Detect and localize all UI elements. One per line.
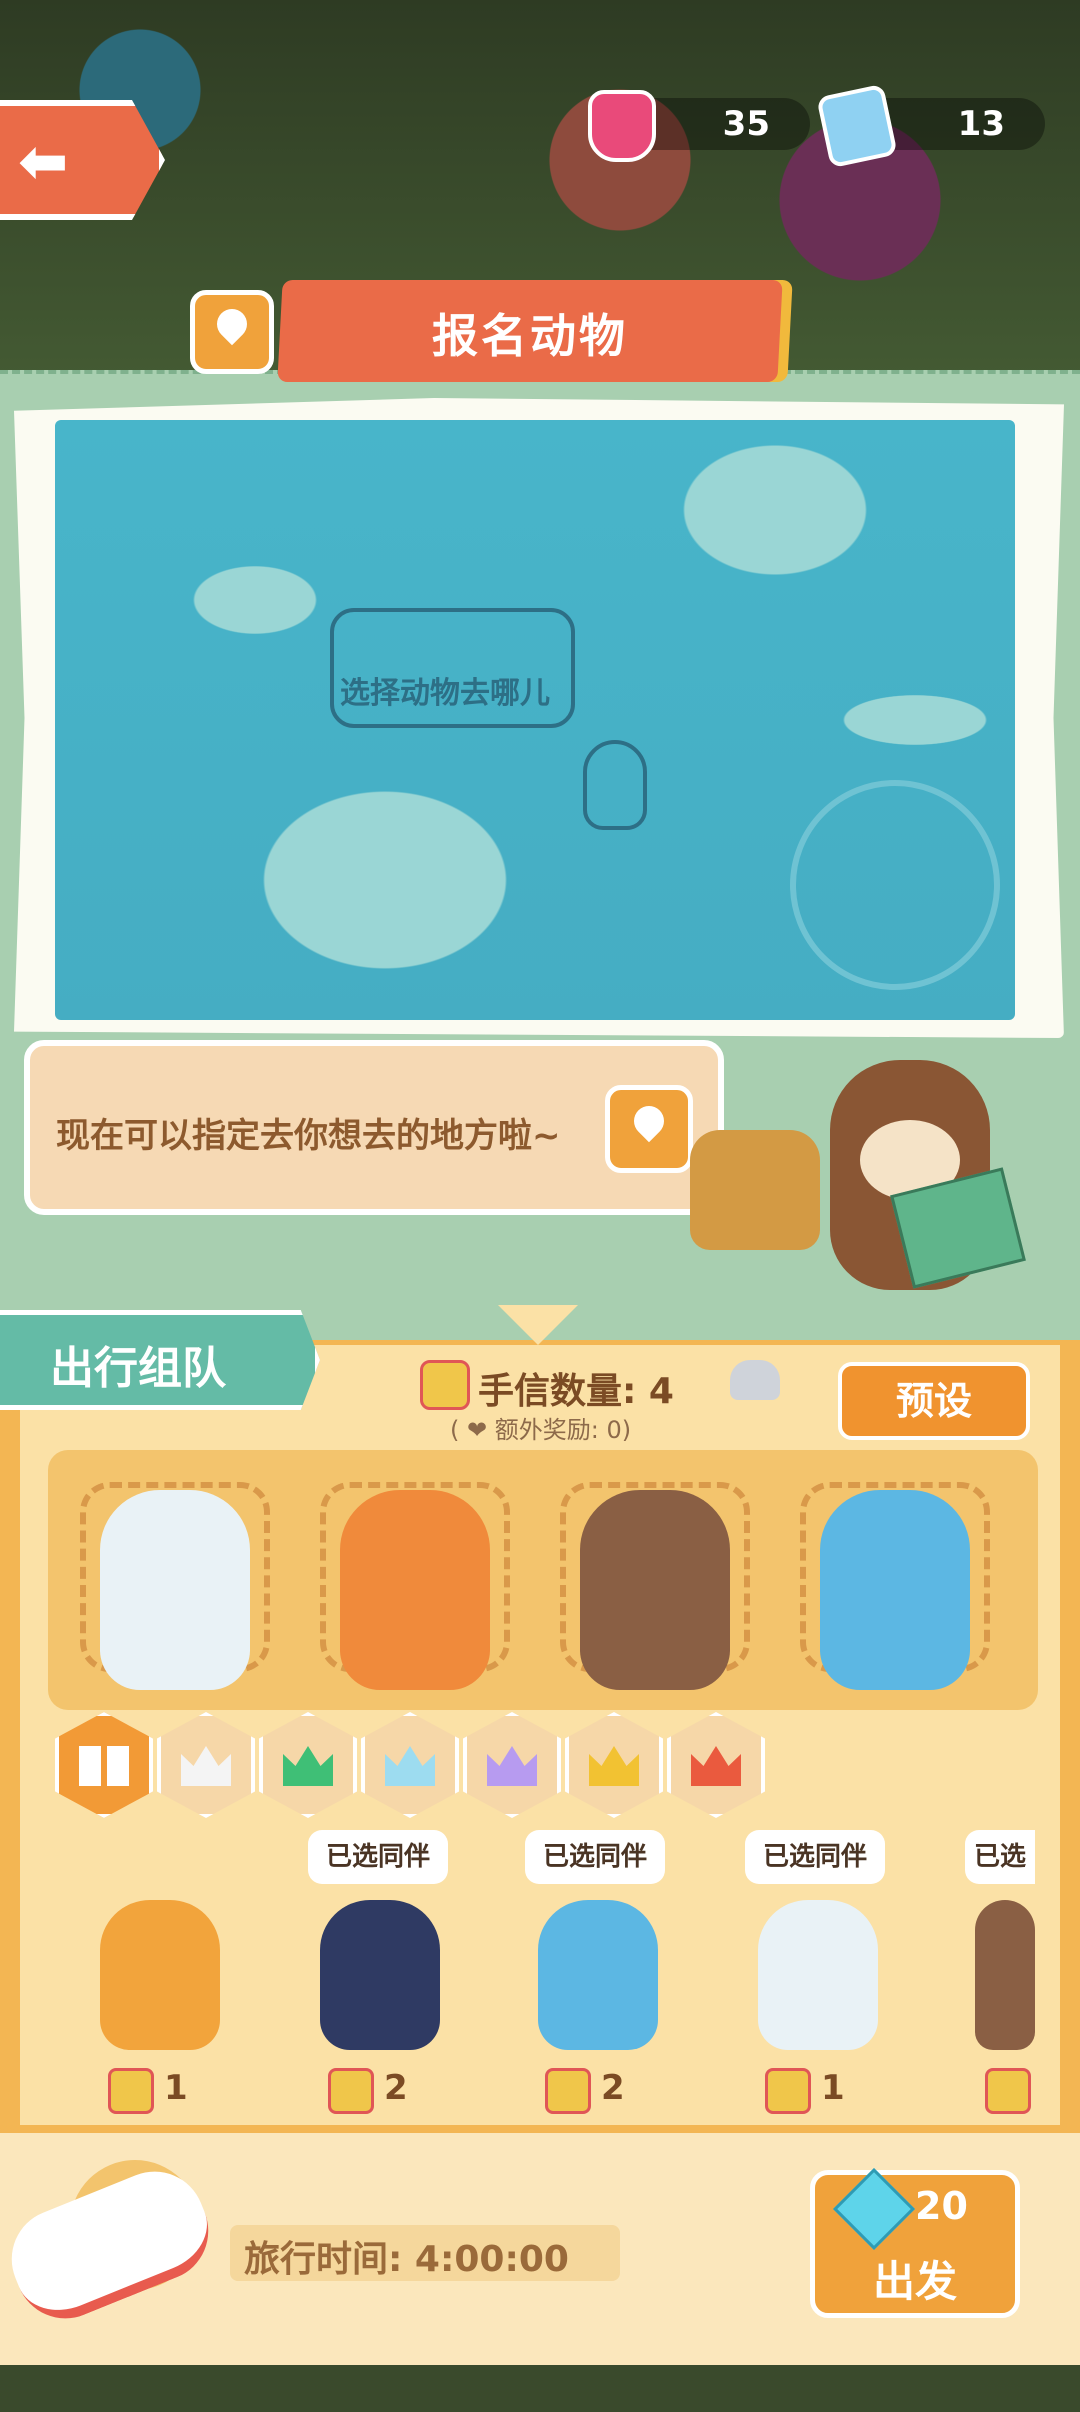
roster-cost: 1 xyxy=(164,2068,188,2108)
gift-icon xyxy=(985,2068,1031,2114)
travel-time: 旅行时间: 4:00:00 xyxy=(244,2239,569,2280)
ink-count: 35 xyxy=(722,104,770,144)
depart-label: 出发 xyxy=(872,2257,957,2306)
gift-icon xyxy=(420,1360,470,1410)
back-button[interactable]: ⬅ xyxy=(0,100,165,220)
crown-purple-icon xyxy=(487,1746,537,1786)
plane-ticket-icon xyxy=(816,83,898,169)
chick-marker-icon xyxy=(583,740,647,830)
roster-animal-bear[interactable] xyxy=(975,1900,1035,2050)
ticket-currency: 13 xyxy=(816,83,1045,169)
selected-badge: 已选同伴 xyxy=(745,1830,885,1884)
slot-animal-bear[interactable] xyxy=(580,1490,730,1690)
team-label: 出行组队 xyxy=(50,1343,226,1394)
crown-white-icon xyxy=(181,1746,231,1786)
ticket-count: 13 xyxy=(957,104,1005,144)
map-pin-icon xyxy=(210,302,254,346)
map-pin-icon xyxy=(627,1099,671,1143)
crown-blue-icon xyxy=(385,1746,435,1786)
roster-animal-otter[interactable] xyxy=(758,1900,878,2050)
slot-animal-blue-fox[interactable] xyxy=(820,1490,970,1690)
selected-badge: 已选同伴 xyxy=(525,1830,665,1884)
roster-cost: 2 xyxy=(384,2068,408,2108)
bottom-strip xyxy=(0,2365,1080,2412)
gift-icon xyxy=(328,2068,374,2114)
helmet-icon xyxy=(730,1360,780,1400)
ink-bottle-icon xyxy=(588,90,656,162)
preset-button[interactable]: 预设 xyxy=(838,1362,1030,1440)
arrow-left-icon: ⬅ xyxy=(18,127,69,197)
map-hint-text: 选择动物去哪儿 xyxy=(340,676,550,711)
roster-cost: 2 xyxy=(601,2068,625,2108)
crown-green-icon xyxy=(283,1746,333,1786)
crown-gold-icon xyxy=(589,1746,639,1786)
ink-currency: 35 xyxy=(588,90,810,162)
roster-cost: 1 xyxy=(821,2068,845,2108)
page-title: 报名动物 xyxy=(432,309,628,363)
slot-animal-monkey[interactable] xyxy=(340,1490,490,1690)
map-pin-button[interactable] xyxy=(190,290,274,374)
compass-icon xyxy=(790,780,1000,990)
letter-count: 手信数量: 4 xyxy=(478,1371,674,1412)
selected-badge: 已选同伴 xyxy=(308,1830,448,1884)
depart-cost: 20 xyxy=(915,2184,968,2228)
roster-animal-bear-hoodie[interactable] xyxy=(320,1900,440,2050)
slot-animal-otter[interactable] xyxy=(100,1490,250,1690)
bonus-text: ( ❤ 额外奖励: 0) xyxy=(450,1416,632,1444)
backpack-icon xyxy=(690,1130,820,1250)
roster-animal-fox-suit[interactable] xyxy=(538,1900,658,2050)
crown-red-icon xyxy=(691,1746,741,1786)
grid-icon xyxy=(79,1746,129,1786)
selected-badge: 已选 xyxy=(965,1830,1035,1884)
gift-icon xyxy=(765,2068,811,2114)
message-text: 现在可以指定去你想去的地方啦~ xyxy=(56,1116,561,1156)
gift-icon xyxy=(545,2068,591,2114)
roster-animal-shiba[interactable] xyxy=(100,1900,220,2050)
gift-icon xyxy=(108,2068,154,2114)
choose-destination-button[interactable] xyxy=(605,1085,693,1173)
